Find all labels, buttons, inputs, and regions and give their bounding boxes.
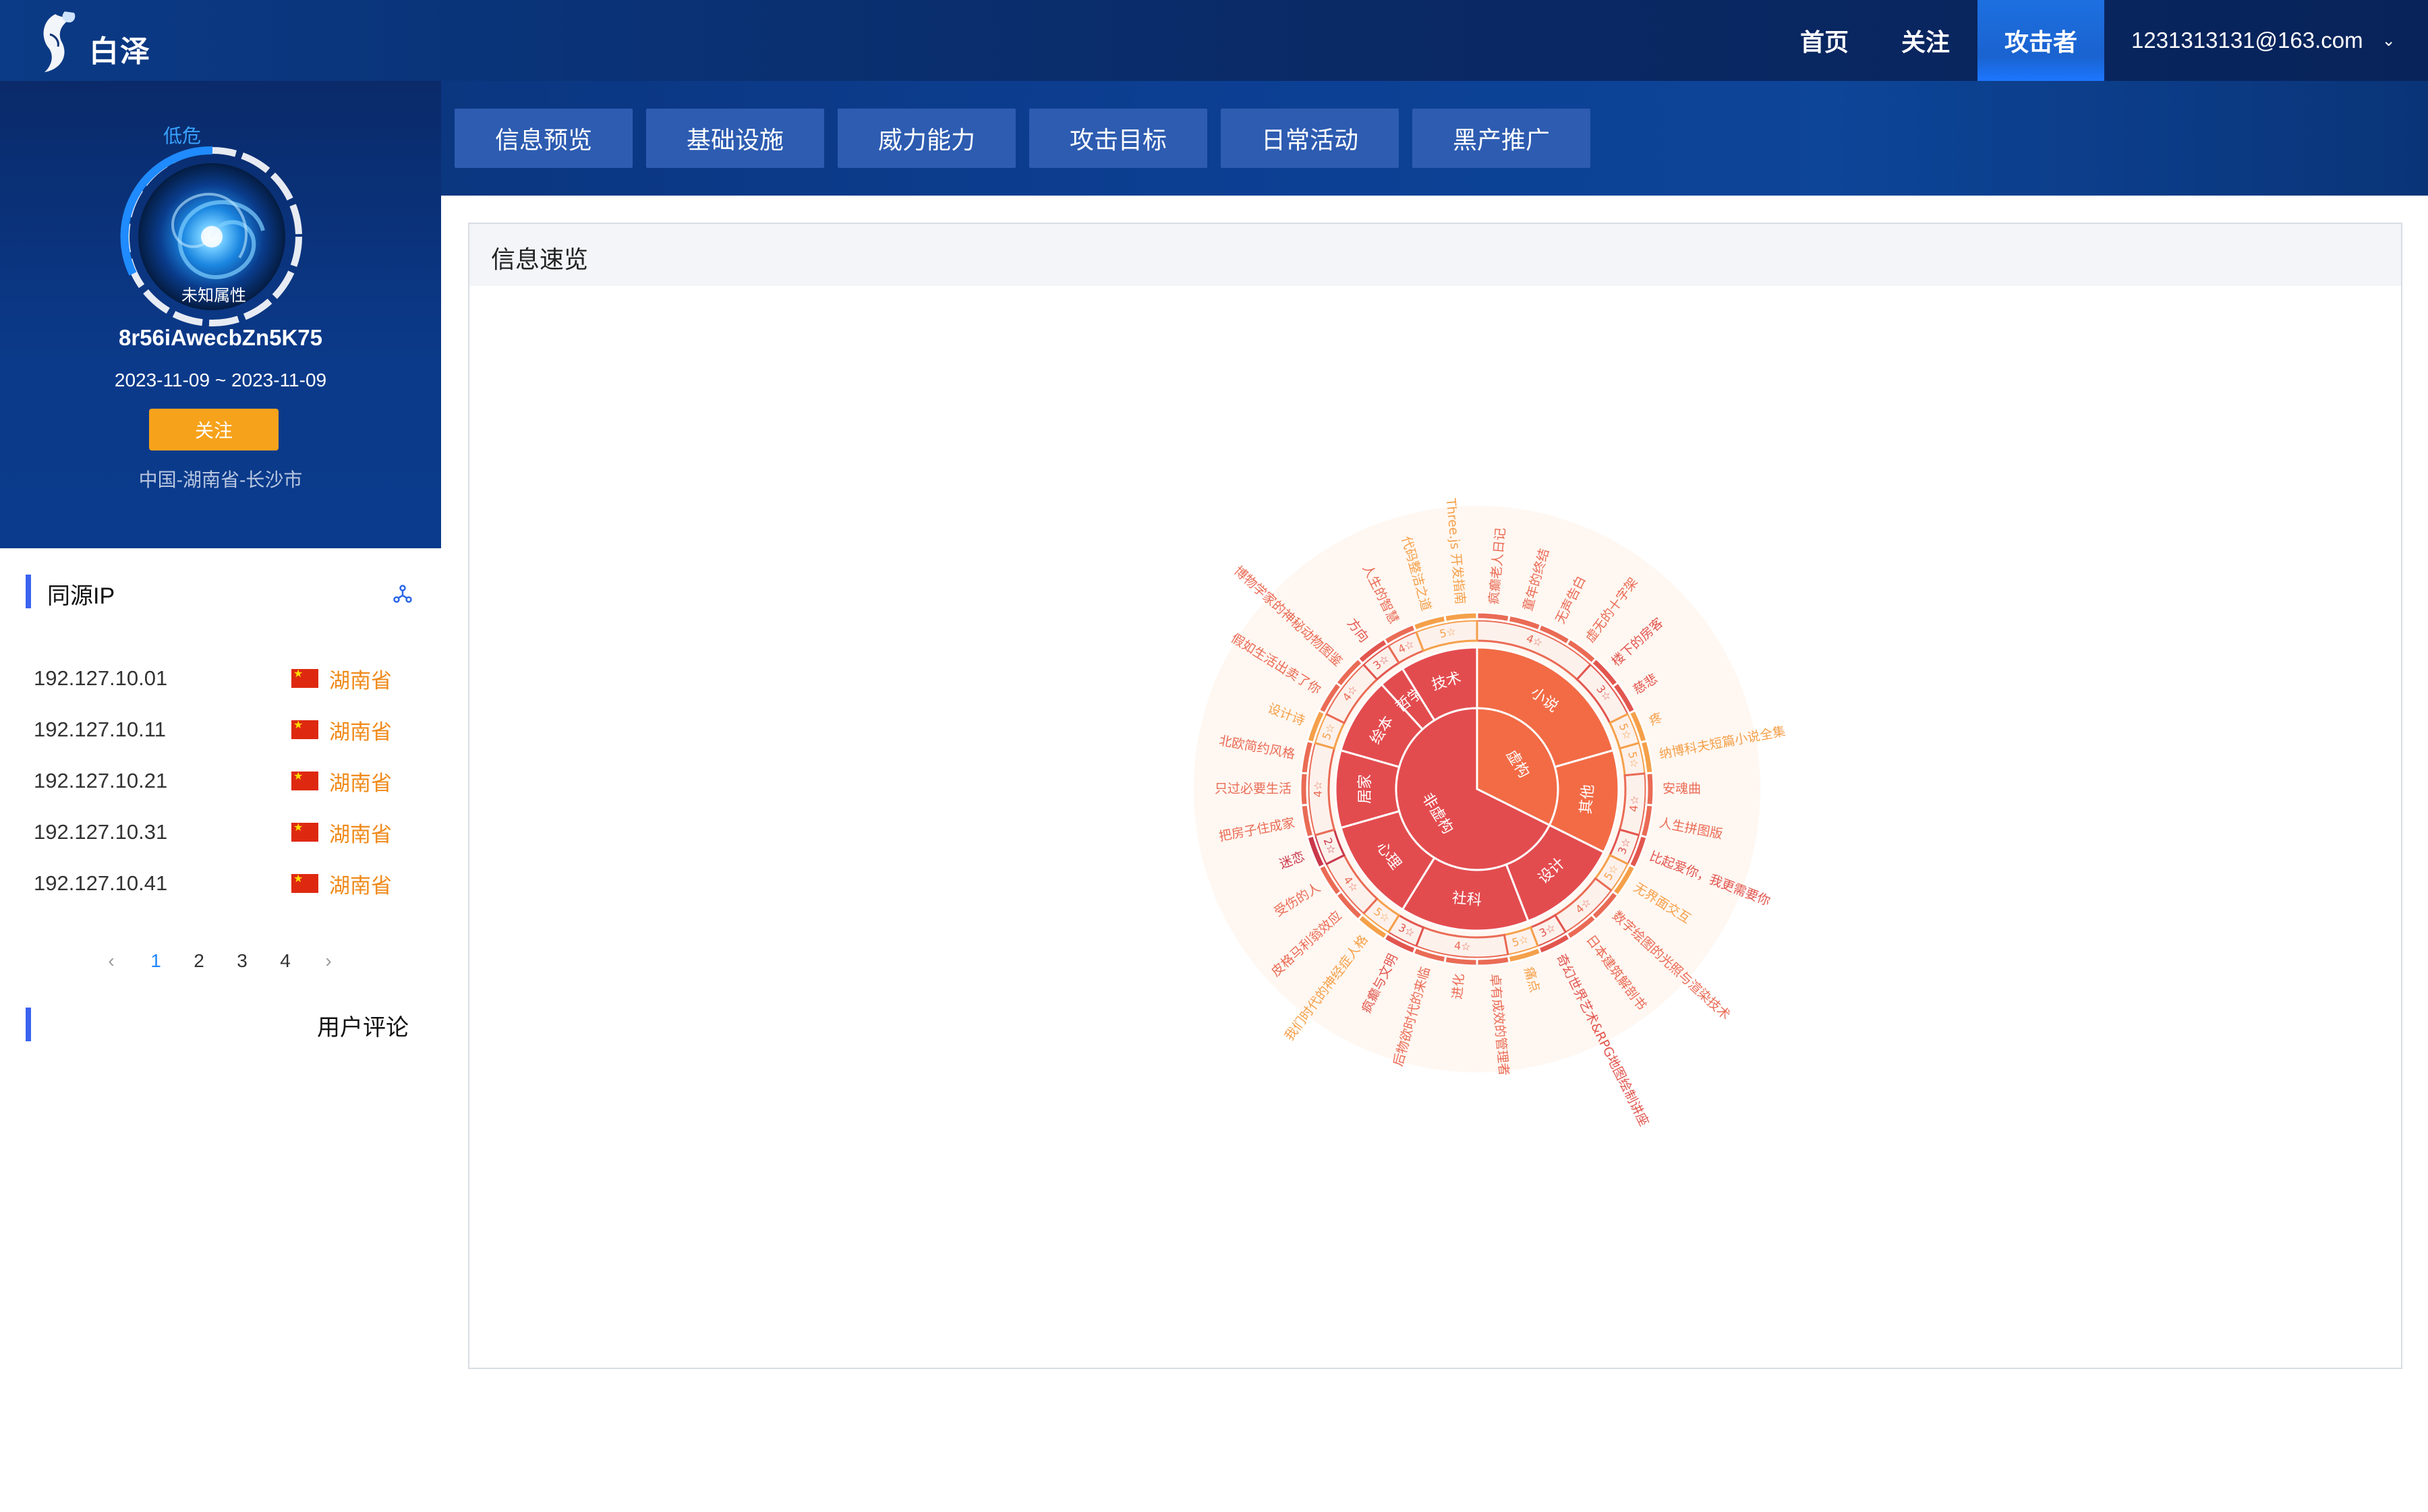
tab-label: 基础设施: [686, 126, 784, 154]
ip-row[interactable]: 192.127.10.31 湖南省: [34, 813, 411, 851]
nav-follow[interactable]: 关注: [1882, 0, 1969, 81]
top-bar: 白泽 首页 关注 攻击者 1231313131@163.com ⌄: [0, 0, 2428, 81]
pagination-prev[interactable]: ‹: [98, 944, 125, 978]
sunburst-leaf-label: 进化: [1450, 973, 1467, 1000]
tab-attack-targets[interactable]: 攻击目标: [1029, 109, 1207, 168]
tab-label: 黑产推广: [1452, 126, 1550, 154]
sunburst-rating-label: 4☆: [1453, 939, 1471, 953]
ip-address: 192.127.10.21: [34, 769, 168, 792]
attacker-name: 8r56iAwecbZn5K75: [118, 325, 323, 350]
brand-logo[interactable]: 白泽: [35, 5, 151, 80]
sunburst-category-label: 居家: [1357, 774, 1374, 804]
tab-label: 信息预览: [494, 126, 592, 154]
nav-follow-label: 关注: [1901, 28, 1950, 56]
relation-graph-icon[interactable]: [393, 584, 413, 604]
same-source-ip-title: 同源IP: [47, 583, 115, 609]
pagination-page[interactable]: 4: [272, 944, 299, 978]
sunburst-rating-label: 4☆: [1627, 795, 1641, 813]
sunburst-category-label: 其他: [1578, 784, 1597, 815]
section-accent-bar: [26, 1008, 31, 1041]
nav-attacker[interactable]: 攻击者: [1977, 0, 2104, 81]
chevron-down-icon: ⌄: [2381, 31, 2396, 50]
ip-address: 192.127.10.11: [34, 718, 166, 741]
ip-row[interactable]: 192.127.10.41 湖南省: [34, 865, 411, 902]
tab-label: 攻击目标: [1069, 126, 1167, 154]
active-date-range: 2023-11-09 ~ 2023-11-09: [114, 370, 327, 390]
sunburst-leaf-segment[interactable]: [1299, 772, 1309, 807]
pagination-next[interactable]: ›: [315, 944, 342, 978]
panel-header: 信息速览: [469, 224, 2401, 286]
ip-row[interactable]: 192.127.10.11 湖南省: [34, 711, 411, 749]
tab-daily-activity[interactable]: 日常活动: [1221, 109, 1399, 168]
china-flag-icon: [291, 872, 318, 893]
user-comments-title: 用户评论: [317, 1015, 409, 1041]
ip-province: 湖南省: [329, 771, 392, 795]
china-flag-icon: [291, 667, 318, 688]
avatar-tag: 未知属性: [181, 287, 246, 305]
tab-infrastructure[interactable]: 基础设施: [646, 109, 824, 168]
user-email: 1231313131@163.com: [2131, 28, 2363, 53]
tab-label: 威力能力: [877, 126, 975, 154]
tab-black-market[interactable]: 黑产推广: [1412, 109, 1590, 168]
ip-province: 湖南省: [329, 668, 392, 693]
ip-address: 192.127.10.31: [34, 820, 168, 844]
ip-province: 湖南省: [329, 873, 392, 898]
nav-home-label: 首页: [1799, 28, 1849, 56]
sunburst-leaf-segment[interactable]: [1645, 772, 1655, 807]
follow-button[interactable]: 关注: [149, 409, 279, 450]
panel-title: 信息速览: [491, 245, 589, 273]
pagination-page[interactable]: 1: [142, 944, 169, 978]
china-flag-icon: [291, 718, 318, 739]
tab-capability[interactable]: 威力能力: [838, 109, 1016, 168]
sunburst-rating-label: 4☆: [1312, 781, 1325, 798]
nav-attacker-label: 攻击者: [2004, 28, 2077, 56]
nav-home[interactable]: 首页: [1781, 0, 1868, 81]
china-flag-icon: [291, 821, 318, 842]
ip-row[interactable]: 192.127.10.21 湖南省: [34, 762, 411, 800]
ip-address: 192.127.10.41: [34, 871, 168, 895]
section-accent-bar: [26, 575, 31, 608]
ip-province: 湖南省: [329, 720, 392, 744]
sunburst-leaf-label: 只过必要生活: [1215, 782, 1292, 796]
sunburst-category-label: 社科: [1451, 890, 1482, 909]
tab-label: 日常活动: [1261, 126, 1358, 154]
brand-name: 白泽: [89, 35, 151, 68]
logo-icon: [43, 11, 76, 72]
tab-info-preview[interactable]: 信息预览: [455, 109, 633, 168]
sunburst-leaf-label: 安魂曲: [1663, 782, 1701, 796]
ip-address: 192.127.10.01: [34, 666, 168, 690]
ip-row[interactable]: 192.127.10.01 湖南省: [34, 660, 411, 697]
sunburst-chart: 虚构小说4☆疯癫老人日记 童年的终结 无声告白虚无的十字架3☆楼下的房客慈悲5☆疼其…: [1194, 497, 1787, 1128]
china-flag-icon: [291, 769, 318, 790]
user-menu[interactable]: 1231313131@163.com ⌄: [2131, 0, 2396, 81]
attacker-location: 中国-湖南省-长沙市: [138, 469, 303, 490]
pagination-page[interactable]: 3: [229, 944, 256, 978]
pagination-page[interactable]: 2: [185, 944, 212, 978]
ip-province: 湖南省: [329, 822, 392, 846]
